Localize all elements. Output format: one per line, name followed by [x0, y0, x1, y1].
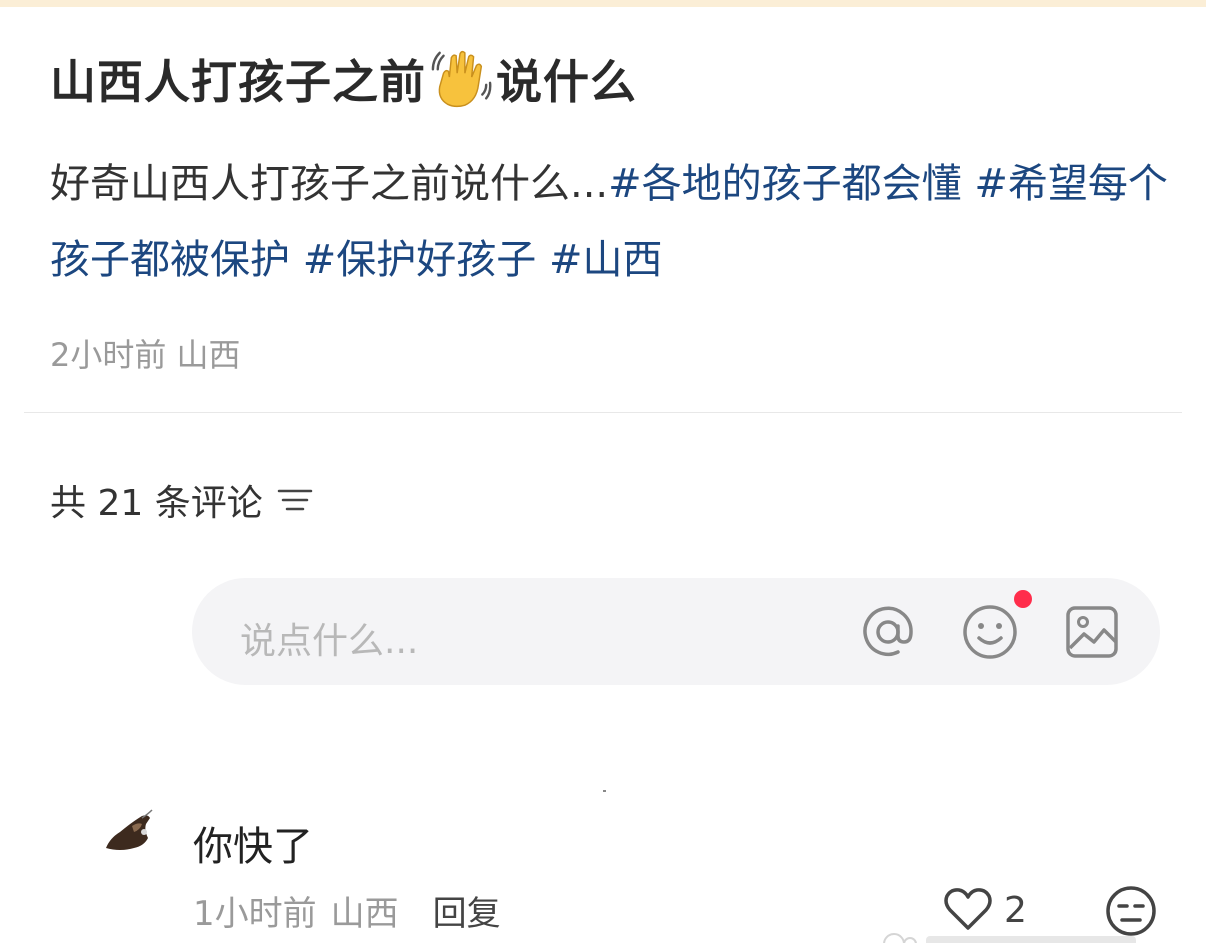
image-icon[interactable] — [1062, 602, 1122, 662]
post-time: 2小时前 — [50, 336, 167, 374]
notification-dot — [1014, 590, 1032, 608]
hashtag-link[interactable]: #保护好孩子 — [303, 237, 549, 283]
comment-time: 1小时前 — [193, 894, 317, 934]
reply-button[interactable]: 回复 — [433, 886, 501, 935]
post-location: 山西 — [176, 336, 241, 374]
post-title: 山西人打孩子之前 说什么 — [50, 46, 637, 112]
at-icon[interactable] — [858, 602, 918, 662]
comment-count-label: 共 21 条评论 — [50, 483, 263, 524]
hashtag-link[interactable]: #山西 — [549, 237, 663, 283]
comment-text: 你快了 — [193, 824, 313, 870]
divider — [24, 412, 1182, 413]
comment-input-box[interactable]: 说点什么... — [192, 578, 1160, 685]
post-title-text-before: 山西人打孩子之前 — [50, 55, 426, 109]
comment-meta: 1小时前 山西 回复 — [193, 886, 501, 935]
watermark-logo — [883, 933, 1136, 943]
post-body: 好奇山西人打孩子之前说什么...#各地的孩子都会懂 #希望每个孩子都被保护 #保… — [50, 146, 1170, 298]
waving-hand-icon — [431, 50, 492, 108]
emoji-icon[interactable] — [960, 602, 1020, 662]
post-title-text-after: 说什么 — [496, 55, 637, 109]
sort-icon[interactable] — [277, 485, 313, 515]
hashtag-link[interactable]: #各地的孩子都会懂 — [608, 161, 974, 207]
top-banner-strip — [0, 0, 1206, 7]
post-meta: 2小时前 山西 — [50, 330, 241, 376]
post-body-text: 好奇山西人打孩子之前说什么... — [50, 161, 609, 207]
like-count: 2 — [1004, 890, 1027, 931]
comment-location: 山西 — [330, 894, 399, 934]
comment-input-placeholder[interactable]: 说点什么... — [240, 612, 418, 664]
decorative-speck — [603, 790, 606, 792]
avatar[interactable] — [104, 808, 160, 856]
comment-count-header[interactable]: 共 21 条评论 — [50, 474, 313, 526]
